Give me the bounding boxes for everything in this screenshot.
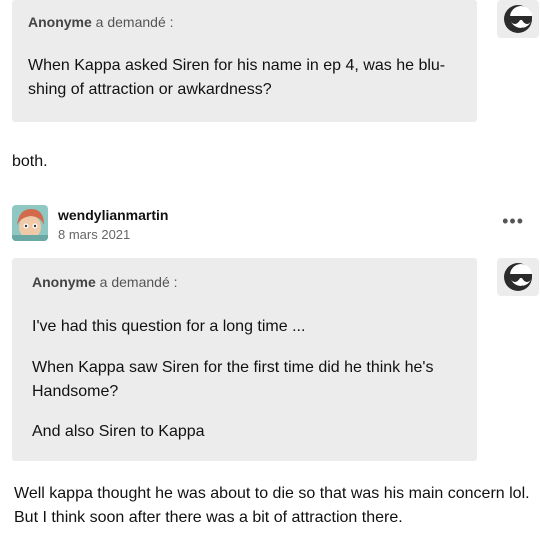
ask-paragraph-3: And also Siren to Kappa — [32, 423, 205, 440]
user-avatar[interactable] — [12, 205, 48, 241]
anon-avatar-1[interactable] — [497, 0, 539, 38]
ask-paragraph-1: I've had this question for a long time .… — [32, 318, 306, 335]
asker-name[interactable]: Anonyme — [28, 14, 92, 30]
ask-asker-line: Anonyme a demandé : — [32, 274, 178, 290]
ask-box-1: Anonyme a demandé : When Kappa asked Sir… — [12, 0, 477, 122]
asker-name[interactable]: Anonyme — [32, 274, 96, 290]
anon-avatar-2[interactable] — [497, 258, 539, 296]
asked-label: a demandé : — [91, 14, 174, 30]
post-header: wendylianmartin 8 mars 2021 ••• — [12, 205, 532, 245]
ask-paragraph-2: When Kappa saw Siren for the first time … — [32, 359, 434, 400]
post-date[interactable]: 8 mars 2021 — [58, 227, 130, 242]
ask-question-text: When Kappa asked Siren for his name in e… — [28, 57, 446, 98]
asked-label: a demandé : — [95, 274, 178, 290]
ask-asker-line: Anonyme a demandé : — [28, 14, 174, 30]
avatar-image-icon — [12, 205, 48, 241]
username-link[interactable]: wendylianmartin — [58, 207, 168, 223]
sunglasses-avatar-icon — [504, 263, 532, 291]
answer-1: both. — [12, 153, 48, 170]
ask-question: When Kappa asked Siren for his name in e… — [28, 54, 468, 102]
sunglasses-avatar-icon — [504, 5, 532, 33]
answer-2: Well kappa thought he was about to die s… — [14, 485, 530, 526]
ask-box-2: Anonyme a demandé : I've had this questi… — [12, 258, 477, 461]
more-options-icon[interactable]: ••• — [502, 211, 524, 232]
